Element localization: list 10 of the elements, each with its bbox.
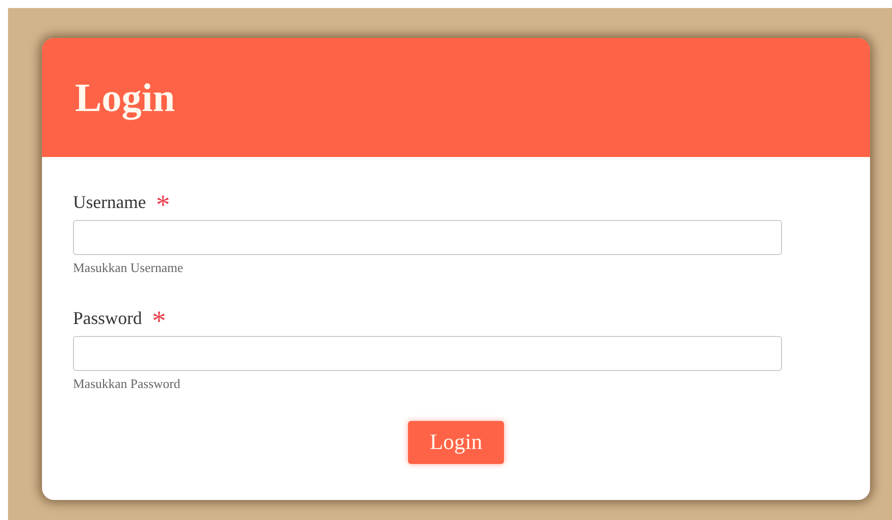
field-label: Username [73, 192, 146, 212]
card-title: Login [75, 74, 176, 122]
field-hint: Masukkan Username [73, 259, 184, 277]
required-mark: * [156, 190, 170, 221]
field-label: Password [73, 308, 142, 328]
field-hint: Masukkan Password [73, 375, 182, 393]
login-button[interactable]: Login [408, 421, 504, 464]
input-field[interactable] [73, 336, 782, 371]
input-field[interactable] [73, 220, 782, 255]
required-mark: * [152, 306, 166, 337]
